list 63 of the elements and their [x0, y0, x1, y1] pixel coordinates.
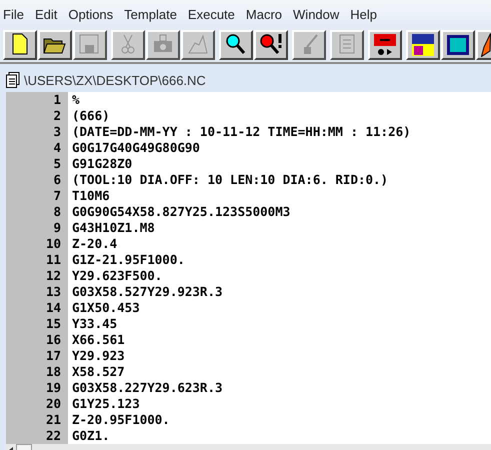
line-number: 5 — [6, 156, 68, 172]
line-number: 15 — [6, 316, 68, 332]
line-number: 6 — [6, 172, 68, 188]
file-path: \USERS\ZX\DESKTOP\666.NC — [24, 72, 206, 88]
line-number: 13 — [6, 284, 68, 300]
line-number: 17 — [6, 348, 68, 364]
code-line: X58.527 — [71, 364, 125, 380]
code-line: (DATE=DD-MM-YY : 10-11-12 TIME=HH:MM : 11:26) — [71, 124, 411, 140]
menu-item[interactable]: Window — [292, 6, 348, 22]
code-line: G1X50.453 — [71, 300, 140, 316]
code-line: (666) — [71, 108, 110, 124]
menu-item[interactable]: Execute — [186, 6, 243, 22]
code-line: G1Z-21.95F1000. — [71, 252, 185, 268]
line-number: 1 — [6, 92, 68, 108]
line-number: 9 — [6, 220, 68, 236]
line-number: 2 — [6, 108, 68, 124]
line-number: 10 — [6, 236, 68, 252]
menu-item[interactable]: File — [2, 6, 32, 22]
code-line: G0Z1. — [71, 428, 110, 444]
code-line: G43H10Z1.M8 — [71, 220, 155, 236]
line-number: 8 — [6, 204, 68, 220]
toolbar-button[interactable] — [441, 30, 475, 60]
line-number: 12 — [6, 268, 68, 284]
code-line: T10M6 — [71, 188, 110, 204]
line-number: 16 — [6, 332, 68, 348]
line-number: 14 — [6, 300, 68, 316]
line-number: 19 — [6, 380, 68, 396]
code-line: G1Y25.123 — [71, 396, 140, 412]
menu-item[interactable]: Template — [123, 6, 185, 22]
menu-item[interactable]: Macro — [244, 6, 290, 22]
dos-logo-icon — [409, 31, 437, 59]
code-line: G0G17G40G49G80G90 — [71, 140, 200, 156]
line-number: 7 — [6, 188, 68, 204]
toolbar-button[interactable] — [406, 30, 440, 60]
code-line: G03X58.527Y29.923R.3 — [71, 284, 223, 300]
code-line: Y29.623F500. — [71, 268, 162, 284]
code-line: Y33.45 — [71, 316, 118, 332]
code-line: X66.561 — [71, 332, 125, 348]
code-line: G91G28Z0 — [71, 156, 132, 172]
menu-item[interactable]: Help — [349, 6, 386, 22]
code-line: (TOOL:10 DIA.OFF: 10 LEN:10 DIA:6. RID:0.) — [71, 172, 388, 188]
code-line: G0G90G54X58.827Y25.123S5000M3 — [71, 204, 290, 220]
menu-item[interactable]: Edit — [34, 6, 66, 22]
line-number: 18 — [6, 364, 68, 380]
line-number: 20 — [6, 396, 68, 412]
toolbar-button[interactable] — [254, 30, 288, 60]
code-editor[interactable] — [6, 92, 491, 444]
toolbar-button[interactable] — [3, 30, 37, 60]
menu-item[interactable]: Options — [67, 6, 122, 22]
code-line: Z-20.4 — [71, 236, 118, 252]
line-number: 3 — [6, 124, 68, 140]
code-line: % — [71, 92, 80, 108]
toolbar-button[interactable] — [368, 30, 402, 60]
document-icon — [6, 72, 20, 88]
line-number: 4 — [6, 140, 68, 156]
code-line: Z-20.95F1000. — [71, 412, 170, 428]
toolbar-button[interactable] — [38, 30, 72, 60]
line-number: 21 — [6, 412, 68, 428]
code-line: G03X58.227Y29.623R.3 — [71, 380, 223, 396]
toolbar-button[interactable] — [219, 30, 253, 60]
code-line: Y29.923 — [71, 348, 125, 364]
line-number: 22 — [6, 428, 68, 444]
line-number: 11 — [6, 252, 68, 268]
